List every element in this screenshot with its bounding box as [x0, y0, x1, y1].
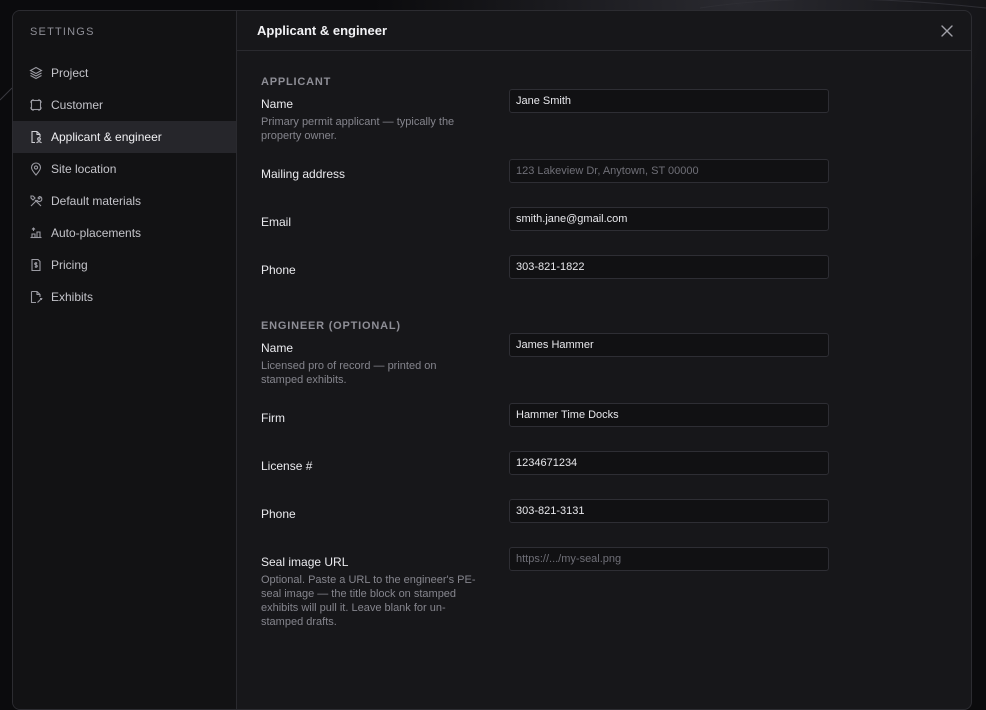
- applicant-address-label: Mailing address: [261, 167, 509, 181]
- engineer-seal-label: Seal image URL: [261, 555, 509, 569]
- sidebar-item-pricing[interactable]: Pricing: [13, 249, 236, 281]
- layers-icon: [29, 66, 43, 80]
- applicant-phone-input[interactable]: [509, 255, 829, 279]
- settings-sidebar: SETTINGS Project Customer Applicant & en…: [13, 11, 237, 709]
- engineer-license-label: License #: [261, 459, 509, 473]
- applicant-address-input[interactable]: [509, 159, 829, 183]
- receipt-icon: [29, 258, 43, 272]
- sidebar-item-label: Auto-placements: [51, 226, 141, 240]
- engineer-license-input[interactable]: [509, 451, 829, 475]
- sidebar-item-project[interactable]: Project: [13, 57, 236, 89]
- auto-placement-icon: [29, 226, 43, 240]
- map-pin-icon: [29, 162, 43, 176]
- engineer-seal-row: Seal image URL Optional. Paste a URL to …: [261, 555, 947, 645]
- sidebar-item-label: Default materials: [51, 194, 141, 208]
- applicant-email-label: Email: [261, 215, 509, 229]
- engineer-name-row: Name Licensed pro of record — printed on…: [261, 341, 947, 411]
- engineer-seal-input[interactable]: [509, 547, 829, 571]
- engineer-phone-input[interactable]: [509, 499, 829, 523]
- sidebar-item-exhibits[interactable]: Exhibits: [13, 281, 236, 313]
- panel-header: Applicant & engineer: [237, 11, 971, 51]
- close-icon: [941, 25, 953, 37]
- applicant-name-row: Name Primary permit applicant — typicall…: [261, 97, 947, 167]
- sidebar-item-label: Site location: [51, 162, 116, 176]
- applicant-name-input[interactable]: [509, 89, 829, 113]
- engineer-phone-label: Phone: [261, 507, 509, 521]
- applicant-email-input[interactable]: [509, 207, 829, 231]
- sidebar-item-label: Customer: [51, 98, 103, 112]
- tools-icon: [29, 194, 43, 208]
- sidebar-item-label: Pricing: [51, 258, 88, 272]
- applicant-phone-label: Phone: [261, 263, 509, 277]
- engineer-name-help: Licensed pro of record — printed on stam…: [261, 359, 477, 387]
- sidebar-item-customer[interactable]: Customer: [13, 89, 236, 121]
- engineer-firm-label: Firm: [261, 411, 509, 425]
- frame-icon: [29, 98, 43, 112]
- applicant-name-help: Primary permit applicant — typically the…: [261, 115, 477, 143]
- panel-content: APPLICANT Name Primary permit applicant …: [237, 51, 971, 645]
- applicant-phone-row: Phone: [261, 263, 947, 319]
- engineer-name-label: Name: [261, 341, 509, 355]
- applicant-section-title: APPLICANT: [261, 75, 947, 89]
- sidebar-title: SETTINGS: [13, 23, 236, 41]
- user-document-icon: [29, 130, 43, 144]
- sidebar-item-site-location[interactable]: Site location: [13, 153, 236, 185]
- sidebar-item-applicant-engineer[interactable]: Applicant & engineer: [13, 121, 236, 153]
- engineer-name-input[interactable]: [509, 333, 829, 357]
- panel-title: Applicant & engineer: [257, 23, 387, 38]
- sidebar-item-label: Project: [51, 66, 88, 80]
- sidebar-item-default-materials[interactable]: Default materials: [13, 185, 236, 217]
- engineer-seal-help: Optional. Paste a URL to the engineer's …: [261, 573, 477, 629]
- exhibit-icon: [29, 290, 43, 304]
- sidebar-item-auto-placements[interactable]: Auto-placements: [13, 217, 236, 249]
- engineer-firm-input[interactable]: [509, 403, 829, 427]
- applicant-name-label: Name: [261, 97, 509, 111]
- settings-dialog: SETTINGS Project Customer Applicant & en…: [12, 10, 972, 710]
- engineer-section-title: ENGINEER (OPTIONAL): [261, 319, 947, 333]
- sidebar-item-label: Applicant & engineer: [51, 130, 162, 144]
- sidebar-item-label: Exhibits: [51, 290, 93, 304]
- settings-main: Applicant & engineer APPLICANT Name Prim…: [237, 11, 971, 709]
- close-button[interactable]: [937, 21, 957, 41]
